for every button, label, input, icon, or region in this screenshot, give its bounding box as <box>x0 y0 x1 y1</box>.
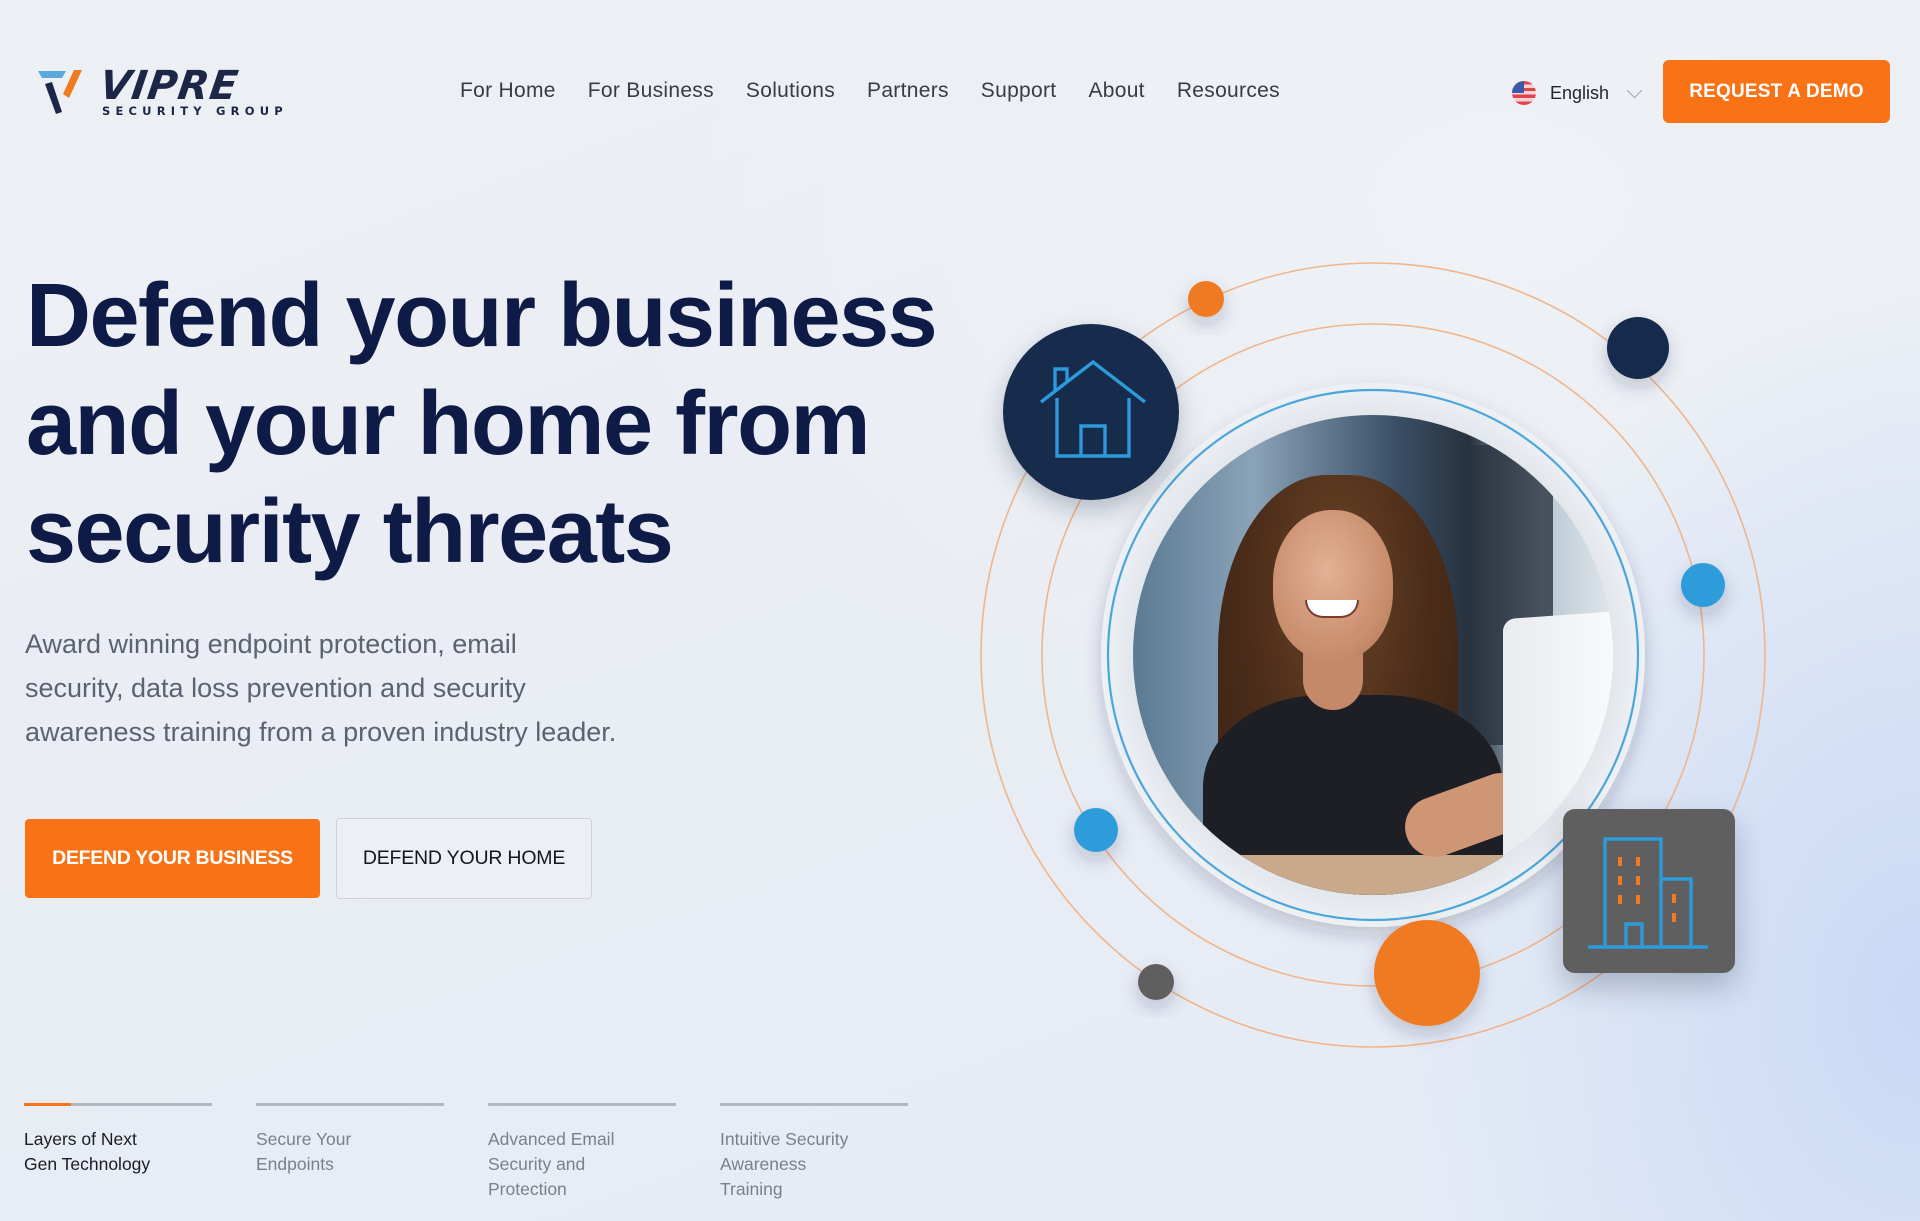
tab-label-line: Endpoints <box>256 1154 334 1174</box>
subtext-line: security, data loss prevention and secur… <box>25 673 526 703</box>
tab-label: Advanced Email Security and Protection <box>488 1127 676 1202</box>
tab-label-line: Security and <box>488 1154 586 1174</box>
feature-tab[interactable]: Advanced Email Security and Protection <box>488 1103 676 1202</box>
hero-headline: Defend your business and your home from … <box>26 262 966 586</box>
tab-label: Intuitive Security Awareness Training <box>720 1127 908 1202</box>
subtext-line: Award winning endpoint protection, email <box>25 629 517 659</box>
blue-dot-right <box>1681 563 1725 607</box>
tab-label-line: Awareness <box>720 1154 807 1174</box>
gray-dot <box>1138 964 1174 1000</box>
nav-for-home[interactable]: For Home <box>460 74 556 108</box>
tab-progress-bar <box>488 1103 676 1106</box>
feature-tabs: Layers of Next Gen Technology Secure You… <box>24 1103 908 1202</box>
nav-partners[interactable]: Partners <box>867 74 949 108</box>
orange-dot-large <box>1374 920 1480 1026</box>
tab-label: Layers of Next Gen Technology <box>24 1127 212 1177</box>
defend-business-button[interactable]: DEFEND YOUR BUSINESS <box>25 819 320 898</box>
tab-label-line: Secure Your <box>256 1129 352 1149</box>
defend-home-button[interactable]: DEFEND YOUR HOME <box>336 818 592 899</box>
tab-label: Secure Your Endpoints <box>256 1127 444 1177</box>
nav-about[interactable]: About <box>1088 74 1144 108</box>
tab-progress-bar <box>24 1103 212 1106</box>
us-flag-icon <box>1512 81 1536 105</box>
tab-label-line: Training <box>720 1179 783 1199</box>
hero-photo <box>1133 415 1613 895</box>
office-building-icon <box>1588 837 1708 949</box>
house-icon <box>1039 359 1147 458</box>
nav-support[interactable]: Support <box>981 74 1057 108</box>
feature-tab[interactable]: Layers of Next Gen Technology <box>24 1103 212 1202</box>
hero-subtext: Award winning endpoint protection, email… <box>25 622 725 754</box>
logo-wordmark: VIPRE <box>96 63 242 109</box>
vipre-logo-mark-icon <box>38 70 82 114</box>
logo-tagline: SECURITY GROUP <box>102 104 288 118</box>
tab-label-line: Intuitive Security <box>720 1129 849 1149</box>
feature-tab[interactable]: Intuitive Security Awareness Training <box>720 1103 908 1202</box>
nav-resources[interactable]: Resources <box>1177 74 1280 108</box>
blue-dot-left <box>1074 808 1118 852</box>
tab-progress-bar <box>720 1103 908 1106</box>
nav-for-business[interactable]: For Business <box>588 74 714 108</box>
tab-label-line: Protection <box>488 1179 567 1199</box>
vipre-logo[interactable]: VIPRE SECURITY GROUP <box>36 63 296 122</box>
headline-line: and your home from <box>26 374 871 474</box>
navy-dot <box>1607 317 1669 379</box>
tab-progress-fill <box>24 1103 71 1106</box>
language-selector[interactable]: English <box>1512 78 1643 108</box>
main-nav: For Home For Business Solutions Partners… <box>460 74 1312 108</box>
hero-illustration <box>960 240 1790 1080</box>
tab-label-line: Advanced Email <box>488 1129 615 1149</box>
tab-progress-bar <box>256 1103 444 1106</box>
feature-tab[interactable]: Secure Your Endpoints <box>256 1103 444 1202</box>
tab-label-line: Layers of Next <box>24 1129 137 1149</box>
headline-line: security threats <box>26 482 674 582</box>
nav-solutions[interactable]: Solutions <box>746 74 835 108</box>
tab-label-line: Gen Technology <box>24 1154 151 1174</box>
language-label: English <box>1550 82 1610 103</box>
headline-line: Defend your business <box>26 266 938 366</box>
business-badge <box>1563 809 1735 973</box>
site-header: VIPRE SECURITY GROUP For Home For Busine… <box>0 0 1920 180</box>
orange-dot-small <box>1188 281 1224 317</box>
home-badge <box>1003 324 1179 500</box>
chevron-down-icon <box>1626 82 1643 98</box>
request-demo-button[interactable]: REQUEST A DEMO <box>1663 60 1890 123</box>
subtext-line: awareness training from a proven industr… <box>25 717 617 747</box>
